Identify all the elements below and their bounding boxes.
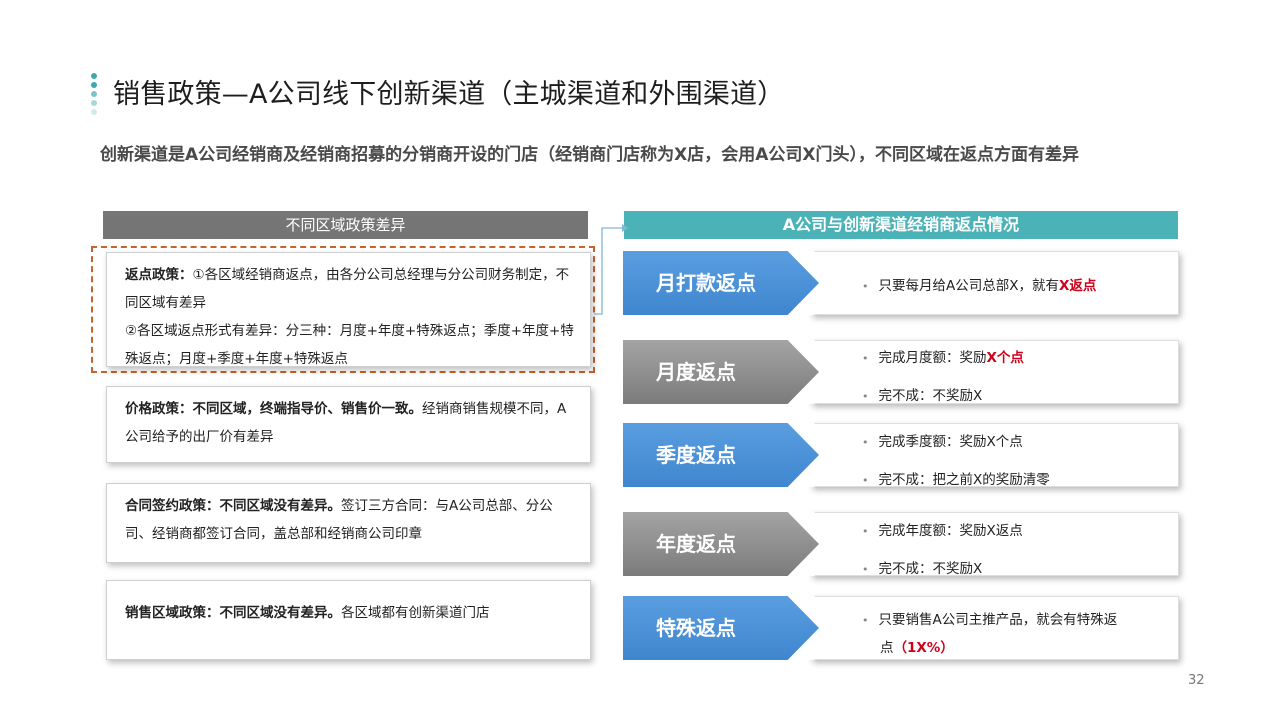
bullet-icon: •	[862, 525, 869, 538]
bullet-icon: •	[862, 474, 869, 487]
rebate-bullet-continuation: 点（1X%）	[880, 636, 954, 656]
rebate-bullet: • 完不成：把之前X的奖励清零	[862, 468, 1050, 488]
title-decoration-dot	[91, 73, 97, 79]
bullet-text: 完成月度额：奖励	[878, 350, 987, 366]
page-number: 32	[1188, 673, 1205, 688]
rebate-bullet: • 完成月度额：奖励X个点	[862, 346, 1024, 366]
bullet-text: 点	[880, 640, 894, 656]
bullet-text: 只要每月给A公司总部X，就有	[878, 278, 1059, 294]
contract-policy-title: 合同签约政策：不同区域没有差异。	[125, 498, 341, 514]
rebate-policy-text-2: ②各区域返点形式有差异：分三种：月度+年度+特殊返点；季度+年度+特殊返点；月度…	[125, 323, 574, 367]
title-decoration-dot	[91, 109, 97, 115]
bullet-icon: •	[862, 563, 869, 576]
rebate-policy-line-1: 返点政策：①各区域经销商返点，由各分公司总经理与分公司财务制定，不同区域有差异	[125, 261, 576, 317]
rebate-row-box	[811, 596, 1179, 660]
left-section-header: 不同区域政策差异	[103, 211, 588, 239]
rebate-label-special: 特殊返点	[623, 596, 819, 660]
bullet-highlight: （1X%）	[893, 640, 954, 656]
rebate-bullet: • 完不成：不奖励X	[862, 557, 982, 577]
region-policy-text: 各区域都有创新渠道门店	[341, 605, 490, 621]
rebate-bullet: • 完成年度额：奖励X返点	[862, 519, 1023, 539]
rebate-label-monthly: 月度返点	[623, 340, 819, 404]
price-policy-title: 价格政策：不同区域，终端指导价、销售价一致。	[125, 401, 422, 417]
bullet-icon: •	[862, 614, 869, 627]
bullet-highlight: X个点	[986, 350, 1024, 366]
bullet-icon: •	[862, 436, 869, 449]
rebate-bullet: • 完成季度额：奖励X个点	[862, 430, 1023, 450]
title-decoration-dot	[91, 100, 97, 106]
bullet-icon: •	[862, 352, 869, 365]
policy-card-price: 价格政策：不同区域，终端指导价、销售价一致。经销商销售规模不同，A公司给予的出厂…	[106, 386, 591, 463]
policy-card-rebate: 返点政策：①各区域经销商返点，由各分公司总经理与分公司财务制定，不同区域有差异 …	[106, 252, 591, 367]
bullet-icon: •	[862, 390, 869, 403]
bullet-text: 完不成：把之前X的奖励清零	[878, 472, 1050, 488]
policy-card-region: 销售区域政策：不同区域没有差异。各区域都有创新渠道门店	[106, 580, 591, 660]
bullet-text: 完成年度额：奖励X返点	[878, 523, 1023, 539]
bullet-icon: •	[862, 280, 869, 293]
region-policy-title: 销售区域政策：不同区域没有差异。	[125, 605, 341, 621]
rebate-bullet: • 只要每月给A公司总部X，就有X返点	[862, 274, 1096, 294]
page-title: 销售政策—A公司线下创新渠道（主城渠道和外围渠道）	[113, 79, 785, 110]
bullet-text: 完不成：不奖励X	[878, 388, 983, 404]
rebate-policy-title: 返点政策：	[125, 267, 193, 283]
title-decoration-dot	[91, 82, 97, 88]
rebate-label-monthly-payment: 月打款返点	[623, 251, 819, 315]
rebate-label-annual: 年度返点	[623, 512, 819, 576]
page-subtitle: 创新渠道是A公司经销商及经销商招募的分销商开设的门店（经销商门店称为X店，会用A…	[100, 145, 1080, 165]
bullet-highlight: X返点	[1058, 278, 1097, 294]
rebate-bullet: • 只要销售A公司主推产品，就会有特殊返	[862, 608, 1117, 628]
rebate-label-quarterly: 季度返点	[623, 423, 819, 487]
rebate-bullet: • 完不成：不奖励X	[862, 384, 982, 404]
policy-card-contract: 合同签约政策：不同区域没有差异。签订三方合同：与A公司总部、分公司、经销商都签订…	[106, 483, 591, 563]
bullet-text: 只要销售A公司主推产品，就会有特殊返	[878, 612, 1118, 628]
right-section-header: A公司与创新渠道经销商返点情况	[624, 211, 1178, 239]
bullet-text: 完不成：不奖励X	[878, 561, 983, 577]
bullet-text: 完成季度额：奖励X个点	[878, 434, 1023, 450]
title-decoration-dot	[91, 91, 97, 97]
rebate-policy-text-1: ①各区域经销商返点，由各分公司总经理与分公司财务制定，不同区域有差异	[125, 267, 570, 311]
